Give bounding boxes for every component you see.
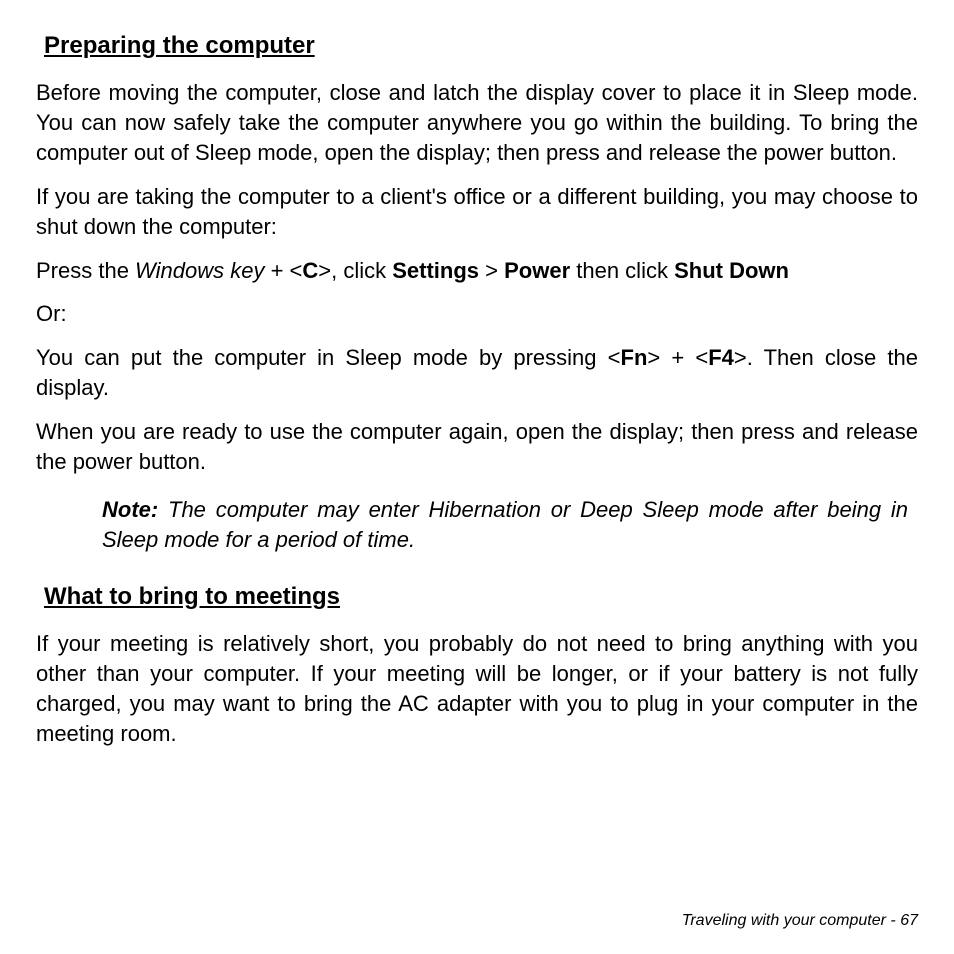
paragraph-wake-up: When you are ready to use the computer a… — [36, 417, 918, 477]
note-hibernation: Note: The computer may enter Hibernation… — [102, 495, 908, 555]
paragraph-sleep-mode-intro: Before moving the computer, close and la… — [36, 78, 918, 168]
text-press-the: Press the — [36, 258, 135, 283]
text-power: Power — [504, 258, 570, 283]
page-footer: Traveling with your computer - 67 — [682, 912, 918, 930]
paragraph-or: Or: — [36, 299, 918, 329]
text-plus-open: + < — [264, 258, 302, 283]
note-text: The computer may enter Hibernation or De… — [102, 497, 908, 552]
section-preparing-computer: Preparing the computer Before moving the… — [36, 32, 918, 555]
heading-preparing-computer: Preparing the computer — [44, 32, 918, 60]
paragraph-shutdown-intro: If you are taking the computer to a clie… — [36, 182, 918, 242]
text-sleep-mid: > + < — [647, 345, 708, 370]
text-sleep-pre: You can put the computer in Sleep mode b… — [36, 345, 621, 370]
paragraph-shutdown-steps: Press the Windows key + <C>, click Setti… — [36, 256, 918, 286]
text-key-c: C — [302, 258, 318, 283]
text-windows-key: Windows key — [135, 258, 264, 283]
paragraph-sleep-shortcut: You can put the computer in Sleep mode b… — [36, 343, 918, 403]
paragraph-meeting-supplies: If your meeting is relatively short, you… — [36, 629, 918, 749]
text-key-fn: Fn — [621, 345, 648, 370]
text-settings: Settings — [392, 258, 479, 283]
heading-what-to-bring: What to bring to meetings — [44, 583, 918, 611]
text-click: >, click — [318, 258, 392, 283]
text-key-f4: F4 — [708, 345, 734, 370]
text-sep1: > — [479, 258, 504, 283]
text-shut-down: Shut Down — [674, 258, 789, 283]
text-then-click: then click — [570, 258, 674, 283]
note-label: Note: — [102, 497, 158, 522]
section-what-to-bring: What to bring to meetings If your meetin… — [36, 583, 918, 749]
